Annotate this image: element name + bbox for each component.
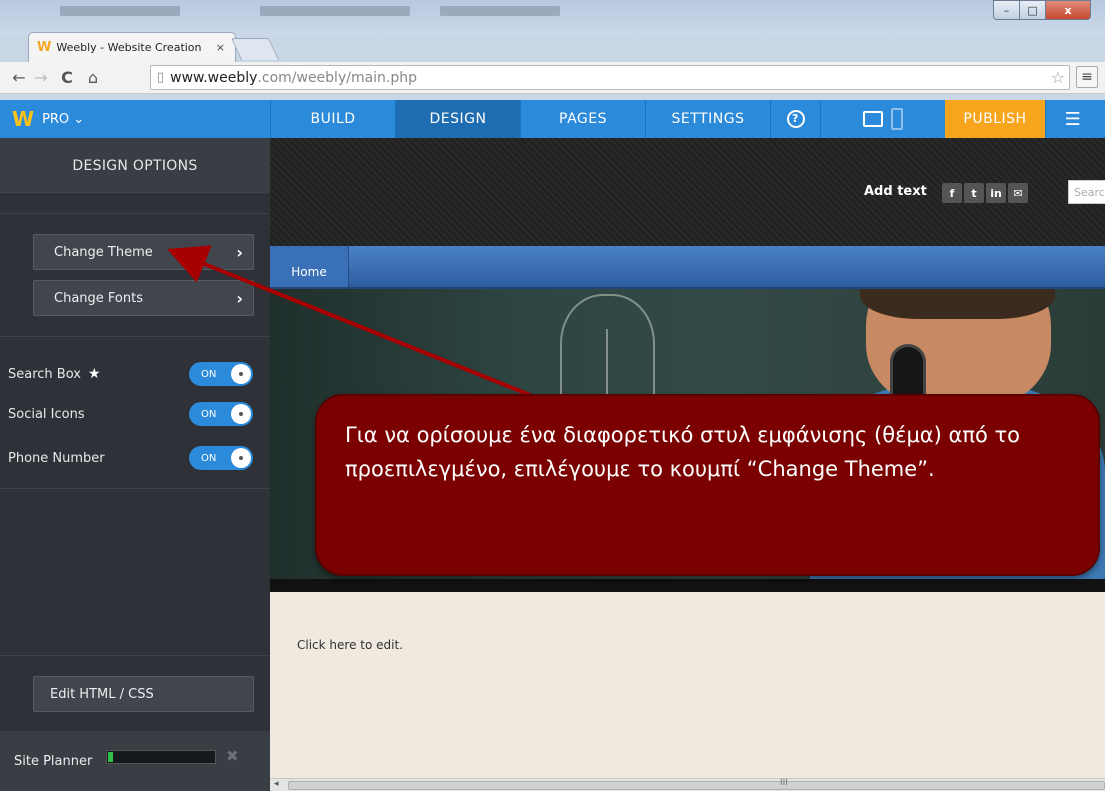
tab-title: Weebly - Website Creation <box>56 41 202 54</box>
change-fonts-button[interactable]: Change Fonts › <box>33 280 254 316</box>
social-icons-label: Social Icons <box>8 406 85 422</box>
add-text[interactable]: Add text <box>864 184 927 199</box>
blurred-background <box>260 6 410 16</box>
device-preview <box>820 100 945 138</box>
sidebar-title: DESIGN OPTIONS <box>0 138 270 195</box>
help-icon[interactable]: ? <box>770 100 820 138</box>
divider <box>0 488 270 489</box>
site-planner[interactable]: Site Planner ✖ <box>0 731 270 791</box>
toggle-state: ON <box>201 408 217 420</box>
url-host: www.weebly <box>170 69 258 86</box>
browser-toolbar: ← → C ⌂ ▯ www.weebly .com/weebly/main.php… <box>0 62 1105 94</box>
close-icon[interactable]: ✖ <box>226 747 239 765</box>
maximize-button[interactable]: □ <box>1019 0 1046 20</box>
toggle-state: ON <box>201 368 217 380</box>
weebly-logo-icon: W <box>12 107 35 131</box>
publish-button[interactable]: PUBLISH <box>945 100 1045 138</box>
scrollbar-thumb[interactable] <box>288 781 1105 790</box>
toggle-knob <box>231 404 251 424</box>
url-path: .com/weebly/main.php <box>257 69 418 86</box>
change-fonts-label: Change Fonts <box>54 290 143 306</box>
site-planner-label: Site Planner <box>14 753 93 769</box>
toggle-row-search-box: Search Box ★ ON <box>0 362 270 386</box>
divider <box>0 336 270 337</box>
scroll-grip: III <box>780 778 788 788</box>
desktop-icon[interactable] <box>863 111 883 127</box>
site-planner-progress <box>106 750 216 764</box>
twitter-icon[interactable]: t <box>964 183 984 203</box>
toggle-row-phone-number: Phone Number ON <box>0 446 270 470</box>
new-tab-button[interactable] <box>230 38 280 60</box>
social-icons-toggle[interactable]: ON <box>189 402 253 426</box>
site-search-input[interactable]: Searc <box>1068 180 1105 204</box>
scroll-left-icon[interactable]: ◂ <box>274 779 279 789</box>
design-sidebar: DESIGN OPTIONS Change Theme › Change Fon… <box>0 138 270 791</box>
forward-arrow-icon[interactable]: → <box>30 68 52 87</box>
back-arrow-icon[interactable]: ← <box>8 68 30 87</box>
browser-tab[interactable]: W Weebly - Website Creation × <box>28 32 236 62</box>
hero-bottom-bar <box>270 579 1105 592</box>
mobile-icon[interactable] <box>891 108 903 130</box>
close-window-button[interactable]: x <box>1045 0 1091 20</box>
browser-menu-icon[interactable]: ≡ <box>1076 66 1098 88</box>
progress-fill <box>108 752 113 762</box>
change-theme-label: Change Theme <box>54 244 153 260</box>
blurred-background <box>440 6 560 16</box>
site-nav: Home <box>270 246 1105 289</box>
help-label: ? <box>786 110 805 128</box>
edit-html-css-label: Edit HTML / CSS <box>50 686 154 702</box>
tab-pages[interactable]: PAGES <box>520 100 645 138</box>
tab-close-icon[interactable]: × <box>216 41 225 54</box>
linkedin-icon[interactable]: in <box>986 183 1006 203</box>
chevron-right-icon: › <box>236 289 243 308</box>
search-box-toggle[interactable]: ON <box>189 362 253 386</box>
toggle-state: ON <box>201 452 217 464</box>
window-titlebar: – □ x <box>0 0 1105 36</box>
tab-build[interactable]: BUILD <box>270 100 395 138</box>
search-box-label: Search Box <box>8 366 81 382</box>
content-area: Click here to edit. <box>270 593 1105 781</box>
toggle-row-social-icons: Social Icons ON <box>0 402 270 426</box>
blurred-background <box>60 6 180 16</box>
facebook-icon[interactable]: f <box>942 183 962 203</box>
chevron-right-icon: › <box>236 243 243 262</box>
hamburger-menu-icon[interactable]: ☰ <box>1045 100 1100 138</box>
editable-text[interactable]: Click here to edit. <box>297 638 403 652</box>
nav-home-link[interactable]: Home <box>270 246 349 287</box>
address-bar[interactable]: ▯ www.weebly .com/weebly/main.php ☆ <box>150 65 1070 90</box>
divider <box>0 213 270 214</box>
weebly-favicon-icon: W <box>37 40 52 55</box>
toggle-knob <box>231 364 251 384</box>
home-icon[interactable]: ⌂ <box>82 68 104 87</box>
bookmark-star-icon[interactable]: ☆ <box>1051 68 1065 87</box>
tab-settings[interactable]: SETTINGS <box>645 100 770 138</box>
divider <box>0 655 270 656</box>
toggle-knob <box>231 448 251 468</box>
site-header: Add text f t in ✉ Searc <box>270 138 1105 246</box>
weebly-topbar: W PRO ⌄ BUILD DESIGN PAGES SETTINGS ? PU… <box>0 100 1105 138</box>
change-theme-button[interactable]: Change Theme › <box>33 234 254 270</box>
chalk-drawing <box>606 329 608 404</box>
reload-icon[interactable]: C <box>56 68 78 87</box>
mail-icon[interactable]: ✉ <box>1008 183 1028 203</box>
phone-number-toggle[interactable]: ON <box>189 446 253 470</box>
page-icon: ▯ <box>157 70 165 85</box>
star-icon: ★ <box>87 366 101 382</box>
minimize-button[interactable]: – <box>993 0 1020 20</box>
edit-html-css-button[interactable]: Edit HTML / CSS <box>33 676 254 712</box>
pro-menu[interactable]: W PRO ⌄ <box>0 100 270 138</box>
tab-design[interactable]: DESIGN <box>395 100 520 138</box>
annotation-callout: Για να ορίσουμε ένα διαφορετικό στυλ εμφ… <box>315 394 1100 576</box>
pro-label: PRO ⌄ <box>42 111 85 127</box>
horizontal-scrollbar[interactable]: ◂ III <box>270 778 1105 791</box>
hero-person <box>860 289 1055 319</box>
phone-number-label: Phone Number <box>8 450 105 466</box>
